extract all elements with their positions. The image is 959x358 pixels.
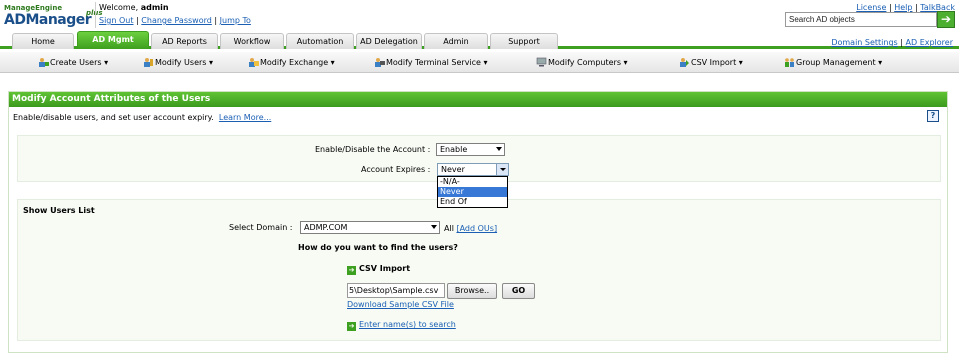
- learn-more-link[interactable]: Learn More...: [219, 113, 271, 122]
- tab-admin[interactable]: Admin: [424, 33, 488, 49]
- submenu-modify-exchange[interactable]: Modify Exchange ▾: [248, 57, 335, 67]
- show-users-box: [17, 199, 941, 341]
- chevron-down-icon: [500, 168, 506, 171]
- panel-description: Enable/disable users, and set user accou…: [13, 113, 272, 122]
- submenu-modify-computers[interactable]: Modify Computers ▾: [536, 57, 628, 67]
- domain-value: ADMP.COM: [304, 223, 348, 232]
- modify-computers-icon: [536, 57, 547, 67]
- arrow-right-icon: ➔: [347, 322, 356, 331]
- sign-out-link[interactable]: Sign Out: [99, 16, 134, 25]
- dropdown-button[interactable]: [496, 164, 508, 175]
- enter-names-option[interactable]: ➔ Enter name(s) to search: [347, 320, 456, 331]
- enter-names-link[interactable]: Enter name(s) to search: [359, 320, 456, 329]
- option-na[interactable]: -N/A-: [438, 177, 507, 187]
- option-never[interactable]: Never: [438, 187, 507, 197]
- submenu-group-management[interactable]: Group Management ▾: [784, 57, 882, 67]
- logo-top-text: ManageEngine: [4, 4, 63, 12]
- tab-ad-delegation[interactable]: AD Delegation: [356, 33, 422, 49]
- welcome-text: Welcome, admin: [99, 3, 169, 12]
- jump-to-link[interactable]: Jump To: [220, 16, 251, 25]
- modify-exchange-icon: [249, 58, 259, 67]
- sub-menu-bar: Create Users ▾ Modify Users ▾ Modify Exc…: [0, 52, 959, 73]
- arrow-right-icon: ➔: [940, 12, 952, 26]
- chevron-down-icon: [496, 147, 502, 151]
- ad-explorer-link[interactable]: AD Explorer: [906, 38, 953, 47]
- license-link[interactable]: License: [856, 3, 886, 12]
- account-links: Sign Out | Change Password | Jump To: [99, 16, 251, 25]
- tab-ad-mgmt[interactable]: AD Mgmt: [77, 31, 149, 49]
- panel-title: Modify Account Attributes of the Users: [9, 92, 947, 107]
- enable-disable-value: Enable: [440, 145, 468, 154]
- csv-import-icon: [680, 58, 689, 67]
- option-end-of[interactable]: End Of: [438, 197, 507, 207]
- search-ad-objects-input[interactable]: [785, 12, 937, 27]
- domain-select[interactable]: ADMP.COM: [300, 221, 440, 234]
- change-password-link[interactable]: Change Password: [141, 16, 212, 25]
- select-domain-label: Select Domain :: [229, 223, 293, 232]
- manageengine-logo[interactable]: ManageEngine ADManager plus: [4, 4, 103, 28]
- logo-main-text: ADManager: [4, 12, 92, 28]
- header: ManageEngine ADManager plus Welcome, adm…: [0, 0, 959, 30]
- help-icon[interactable]: ?: [927, 110, 939, 122]
- account-expires-select[interactable]: Never: [437, 163, 509, 176]
- domain-links: Domain Settings | AD Explorer: [831, 38, 953, 47]
- header-divider: [95, 2, 96, 28]
- group-management-icon: [785, 58, 794, 67]
- terminal-service-icon: [375, 58, 385, 67]
- welcome-prefix: Welcome,: [99, 3, 139, 12]
- all-label: All: [444, 224, 454, 233]
- submenu-create-users[interactable]: Create Users ▾: [38, 57, 108, 67]
- modify-users-icon: [144, 58, 153, 67]
- go-button[interactable]: GO: [502, 283, 535, 299]
- modify-account-panel: Modify Account Attributes of the Users E…: [8, 91, 948, 353]
- domain-extra: All [Add OUs]: [444, 224, 497, 233]
- submenu-csv-import[interactable]: CSV Import ▾: [679, 57, 743, 67]
- help-link[interactable]: Help: [894, 3, 912, 12]
- download-sample-wrap: Download Sample CSV File: [347, 300, 454, 309]
- submenu-modify-terminal-service[interactable]: Modify Terminal Service ▾: [374, 57, 488, 67]
- csv-file-path-input[interactable]: 5\Desktop\Sample.csv: [347, 283, 445, 298]
- tab-ad-reports[interactable]: AD Reports: [151, 33, 218, 49]
- tab-automation[interactable]: Automation: [286, 33, 354, 49]
- enable-disable-label: Enable/Disable the Account :: [315, 145, 431, 154]
- main-tab-bar: Home AD Mgmt AD Reports Workflow Automat…: [0, 31, 959, 49]
- tab-workflow[interactable]: Workflow: [220, 33, 284, 49]
- username: admin: [140, 3, 169, 12]
- account-expires-value: Never: [441, 165, 465, 174]
- account-expires-label: Account Expires :: [361, 165, 431, 174]
- chevron-down-icon: [431, 225, 437, 229]
- add-ous-link[interactable]: [Add OUs]: [456, 224, 497, 233]
- submenu-modify-users[interactable]: Modify Users ▾: [143, 57, 213, 67]
- enable-disable-select[interactable]: Enable: [436, 143, 505, 156]
- csv-import-option[interactable]: ➔ CSV Import: [347, 264, 410, 275]
- download-sample-csv-link[interactable]: Download Sample CSV File: [347, 300, 454, 309]
- arrow-right-icon: ➔: [347, 266, 356, 275]
- find-users-question: How do you want to find the users?: [298, 243, 458, 252]
- search-go-button[interactable]: ➔: [937, 11, 955, 28]
- browse-button[interactable]: Browse..: [447, 283, 497, 299]
- account-expires-options: -N/A- Never End Of: [437, 176, 508, 208]
- tab-support[interactable]: Support: [490, 33, 558, 49]
- create-users-icon: [39, 58, 49, 67]
- tab-home[interactable]: Home: [12, 33, 74, 49]
- domain-settings-link[interactable]: Domain Settings: [831, 38, 897, 47]
- show-users-title: Show Users List: [23, 206, 95, 215]
